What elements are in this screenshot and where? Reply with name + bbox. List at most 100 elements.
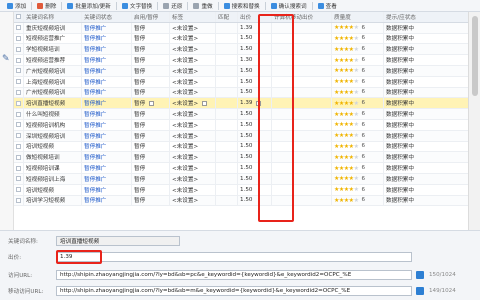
tag-cell[interactable]: <未设置>	[170, 33, 216, 44]
row-checkbox[interactable]	[14, 87, 24, 98]
row-checkbox[interactable]	[14, 163, 24, 173]
header-select-all-checkbox[interactable]	[14, 12, 24, 22]
keyword-cell[interactable]: 短视频培训机构	[24, 119, 82, 130]
onoff-cell[interactable]: 暂停	[132, 76, 170, 87]
feedback-cell[interactable]: 数据积累中	[384, 185, 468, 195]
header-tag[interactable]: 标签	[170, 12, 216, 22]
row-checkbox[interactable]	[14, 33, 24, 44]
checkbox[interactable]	[16, 143, 21, 149]
checkbox[interactable]	[16, 154, 21, 160]
bid-cell[interactable]: 1.50	[238, 76, 272, 87]
header-bid[interactable]: 出价	[238, 12, 272, 22]
checkbox[interactable]	[16, 165, 21, 171]
table-row-selected[interactable]: 培训直播短视频 暂停推广 暂停 <未设置> 1.39 ★★★★★ 6 数据积累中	[14, 98, 468, 110]
mobile-bid-cell[interactable]	[272, 22, 332, 33]
feedback-cell[interactable]: 数据积累中	[384, 44, 468, 54]
feedback-cell[interactable]: 数据积累中	[384, 77, 468, 87]
onoff-cell[interactable]: 暂停	[132, 195, 170, 206]
bid-cell[interactable]: 1.50	[238, 33, 272, 44]
keyword-cell[interactable]: 培训短视频	[24, 184, 82, 195]
onoff-cell[interactable]: 暂停	[132, 173, 170, 184]
tag-cell[interactable]: <未设置>	[170, 173, 216, 184]
match-cell[interactable]	[216, 109, 238, 119]
mobile-bid-cell[interactable]	[272, 163, 332, 173]
row-checkbox[interactable]	[14, 98, 24, 109]
keyword-cell[interactable]: 培训直播短视频	[24, 98, 82, 109]
table-row[interactable]: 广州短视频培训 暂停推广 暂停 <未设置> 1.50 ★★★★★ 6 数据积累中	[14, 65, 468, 77]
keyword-cell[interactable]: 短视频培训课	[24, 163, 82, 173]
header-mobile-bid[interactable]: 计算机移动出价	[272, 12, 332, 22]
inline-edit-icon[interactable]	[256, 100, 262, 106]
table-row[interactable]: 学短视频培训 暂停推广 暂停 <未设置> 1.50 ★★★★★ 6 数据积累中	[14, 44, 468, 56]
onoff-cell[interactable]: 暂停	[132, 141, 170, 152]
toolbar-button-search[interactable]: 搜索和替换	[221, 1, 263, 11]
row-checkbox[interactable]	[14, 141, 24, 152]
match-cell[interactable]	[216, 55, 238, 65]
status-cell[interactable]: 暂停推广	[82, 44, 132, 55]
match-cell[interactable]	[216, 87, 238, 98]
tag-cell[interactable]: <未设置>	[170, 87, 216, 98]
row-checkbox[interactable]	[14, 76, 24, 87]
bid-cell[interactable]: 1.50	[238, 184, 272, 195]
table-row[interactable]: 短视频培训机构 暂停推广 暂停 <未设置> 1.50 ★★★★★ 6 数据积累中	[14, 119, 468, 131]
mobile-bid-cell[interactable]	[272, 152, 332, 163]
tag-cell[interactable]: <未设置>	[170, 98, 216, 109]
checkbox[interactable]	[16, 46, 21, 52]
quality-cell[interactable]: ★★★★★ 6	[332, 44, 384, 55]
match-cell[interactable]	[216, 184, 238, 195]
status-cell[interactable]: 暂停推广	[82, 130, 132, 141]
match-cell[interactable]	[216, 163, 238, 173]
quality-cell[interactable]: ★★★★★ 6	[332, 152, 384, 163]
table-row[interactable]: 短视频运营推广 暂停推广 暂停 <未设置> 1.50 ★★★★★ 6 数据积累中	[14, 33, 468, 45]
onoff-cell[interactable]: 暂停	[132, 98, 170, 109]
keyword-cell[interactable]: 培训学习短视频	[24, 195, 82, 206]
toolbar-button-view[interactable]: 查看	[315, 1, 340, 11]
bid-cell[interactable]: 1.50	[238, 65, 272, 76]
onoff-cell[interactable]: 暂停	[132, 163, 170, 173]
quality-cell[interactable]: ★★★★★ 6	[332, 33, 384, 44]
status-cell[interactable]: 暂停推广	[82, 184, 132, 195]
feedback-cell[interactable]: 数据积累中	[384, 120, 468, 130]
toolbar-button-batch[interactable]: 批量添加/更新	[64, 1, 113, 11]
tag-cell[interactable]: <未设置>	[170, 22, 216, 33]
mobile-bid-cell[interactable]	[272, 87, 332, 98]
checkbox[interactable]	[16, 197, 21, 203]
checkbox[interactable]	[16, 133, 21, 139]
row-checkbox[interactable]	[14, 184, 24, 195]
mobile-bid-cell[interactable]	[272, 130, 332, 141]
feedback-cell[interactable]: 数据积累中	[384, 196, 468, 206]
feedback-cell[interactable]: 数据积累中	[384, 163, 468, 173]
feedback-cell[interactable]: 数据积累中	[384, 55, 468, 65]
checkbox[interactable]	[16, 176, 21, 182]
toolbar-button-redo[interactable]: 重做	[190, 1, 215, 11]
toolbar-button-replace[interactable]: 文字替换	[119, 1, 155, 11]
status-cell[interactable]: 暂停推广	[82, 163, 132, 173]
match-cell[interactable]	[216, 76, 238, 87]
bid-cell[interactable]: 1.50	[238, 119, 272, 130]
quality-cell[interactable]: ★★★★★ 6	[332, 163, 384, 173]
status-cell[interactable]: 暂停推广	[82, 195, 132, 206]
header-match[interactable]: 匹配	[216, 12, 238, 22]
match-cell[interactable]	[216, 152, 238, 163]
table-row[interactable]: 短视频培训上海 暂停推广 暂停 <未设置> 1.50 ★★★★★ 6 数据积累中	[14, 173, 468, 185]
status-cell[interactable]: 暂停推广	[82, 33, 132, 44]
status-cell[interactable]: 暂停推广	[82, 87, 132, 98]
checkbox[interactable]	[16, 100, 21, 106]
feedback-cell[interactable]: 数据积累中	[384, 23, 468, 33]
table-row[interactable]: 上海短视频培训 暂停推广 暂停 <未设置> 1.50 ★★★★★ 6 数据积累中	[14, 76, 468, 88]
keyword-cell[interactable]: 短视频培训上海	[24, 173, 82, 184]
tag-cell[interactable]: <未设置>	[170, 141, 216, 152]
bid-cell[interactable]: 1.50	[238, 44, 272, 55]
feedback-cell[interactable]: 数据积累中	[384, 98, 468, 108]
keyword-cell[interactable]: 广州短视频培训	[24, 87, 82, 98]
table-row[interactable]: 做短视频培训 暂停推广 暂停 <未设置> 1.50 ★★★★★ 6 数据积累中	[14, 152, 468, 164]
mobile-bid-cell[interactable]	[272, 33, 332, 44]
status-cell[interactable]: 暂停推广	[82, 76, 132, 87]
keyword-cell[interactable]: 重庆短视频培训	[24, 22, 82, 33]
bid-cell[interactable]: 1.50	[238, 163, 272, 173]
inline-edit-icon[interactable]	[149, 100, 155, 106]
tag-cell[interactable]: <未设置>	[170, 119, 216, 130]
tag-cell[interactable]: <未设置>	[170, 65, 216, 76]
keyword-cell[interactable]: 什么叫短视频	[24, 109, 82, 119]
checkbox[interactable]	[16, 68, 21, 74]
